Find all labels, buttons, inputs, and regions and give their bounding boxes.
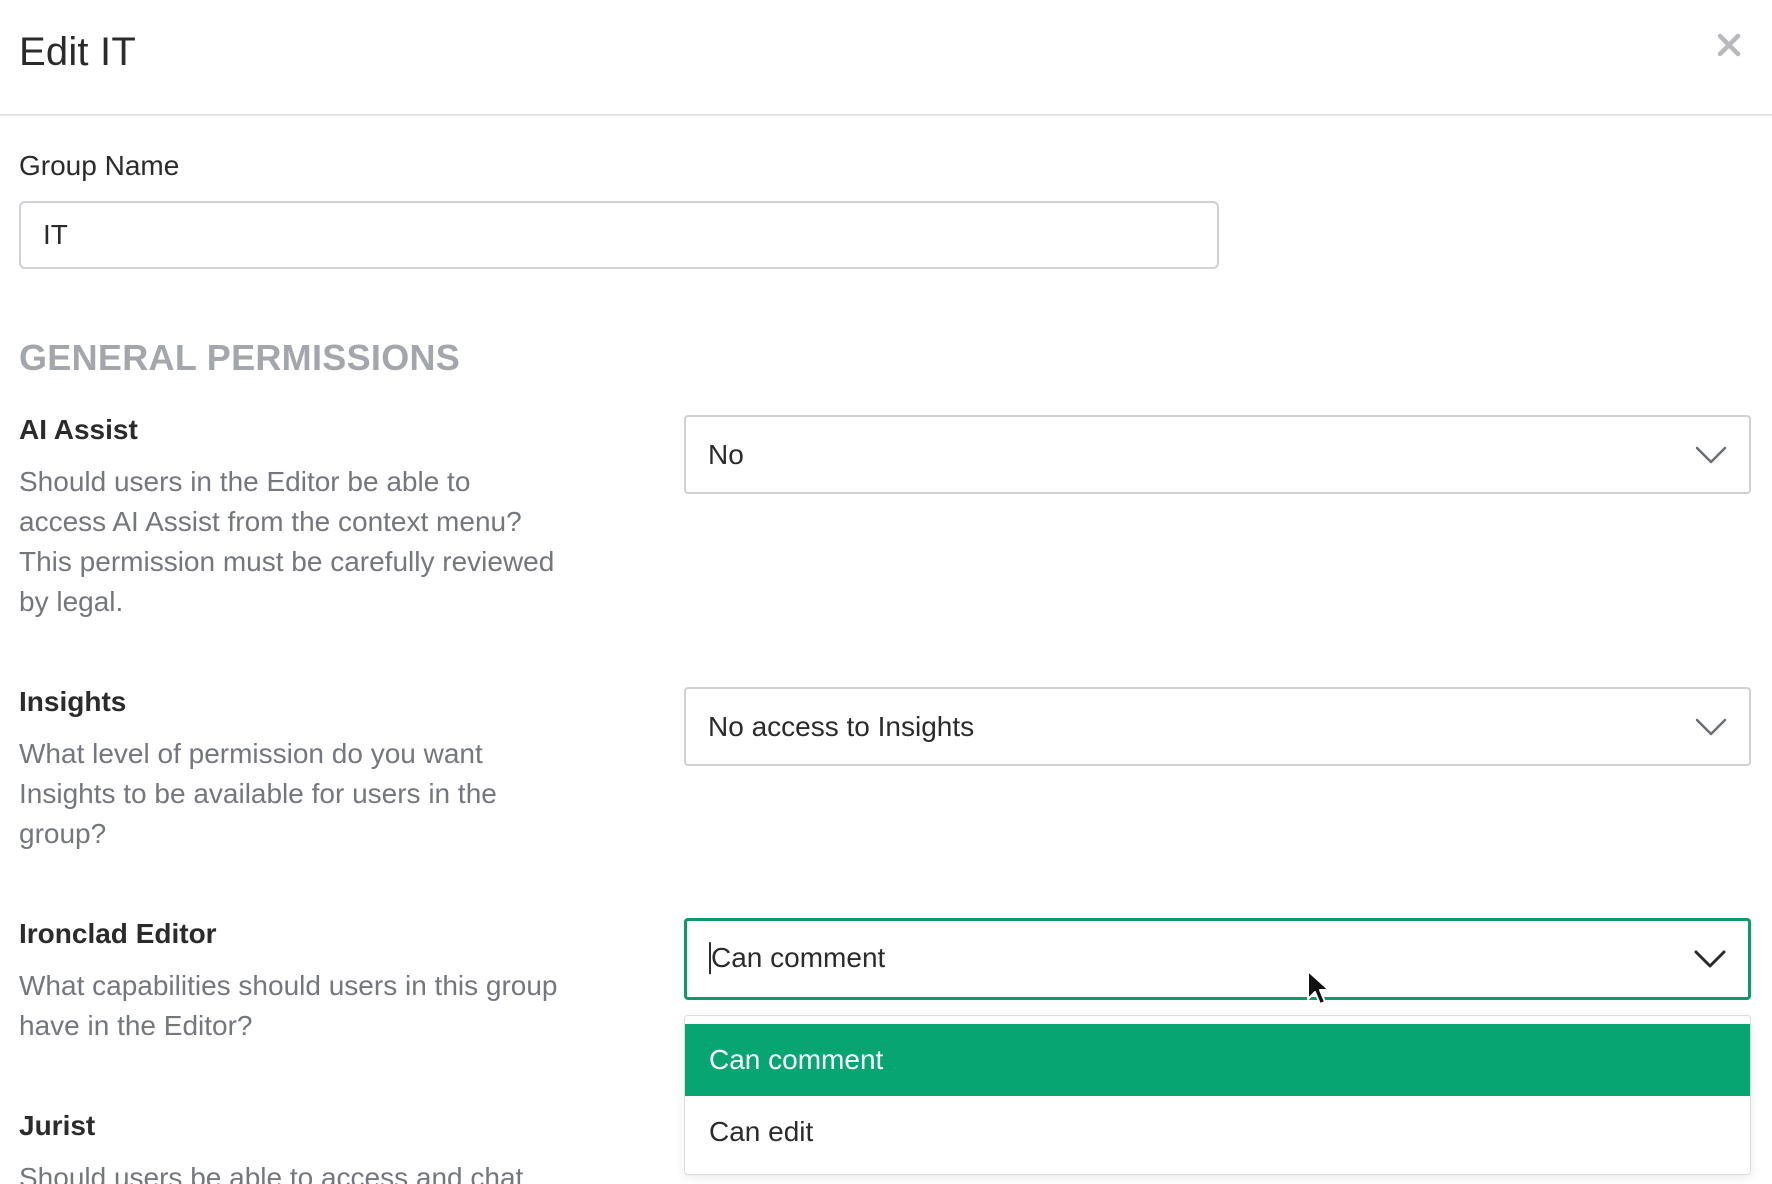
modal-title: Edit IT — [19, 30, 136, 74]
ai-assist-select[interactable]: No — [684, 415, 1751, 494]
permission-description-ironclad-editor: What capabilities should users in this g… — [19, 970, 558, 1041]
edit-group-modal: Edit IT Group Name GENERAL PERMISSIONS A… — [0, 0, 1772, 1184]
close-icon — [1717, 33, 1741, 57]
ironclad-editor-dropdown-menu: Can comment Can edit — [684, 1015, 1751, 1175]
dropdown-option-can-comment[interactable]: Can comment — [685, 1024, 1750, 1096]
permission-title-jurist: Jurist — [19, 1110, 96, 1141]
ai-assist-select-value: No — [708, 438, 744, 470]
group-name-label: Group Name — [19, 150, 180, 181]
insights-select[interactable]: No access to Insights — [684, 687, 1751, 766]
text-caret — [709, 941, 711, 974]
permission-title-insights: Insights — [19, 686, 127, 717]
ironclad-editor-select-value: Can comment — [709, 941, 886, 976]
ironclad-editor-select[interactable]: Can comment — [684, 918, 1751, 1000]
chevron-down-icon — [1694, 949, 1726, 969]
close-button[interactable] — [1714, 30, 1744, 60]
modal-header: Edit IT — [0, 0, 1772, 116]
permission-description-insights: What level of permission do you want Ins… — [19, 738, 497, 849]
section-title-general-permissions: GENERAL PERMISSIONS — [19, 337, 461, 378]
permission-description-jurist: Should users be able to access and chat — [19, 1162, 524, 1184]
group-name-input[interactable] — [19, 201, 1219, 269]
insights-select-value: No access to Insights — [708, 710, 975, 742]
ironclad-editor-select-text: Can comment — [711, 942, 886, 974]
permission-title-ironclad-editor: Ironclad Editor — [19, 918, 217, 949]
permission-title-ai-assist: AI Assist — [19, 414, 138, 445]
chevron-down-icon — [1695, 717, 1727, 737]
chevron-down-icon — [1695, 445, 1727, 465]
dropdown-option-can-edit[interactable]: Can edit — [685, 1096, 1750, 1168]
permission-description-ai-assist: Should users in the Editor be able to ac… — [19, 466, 555, 617]
